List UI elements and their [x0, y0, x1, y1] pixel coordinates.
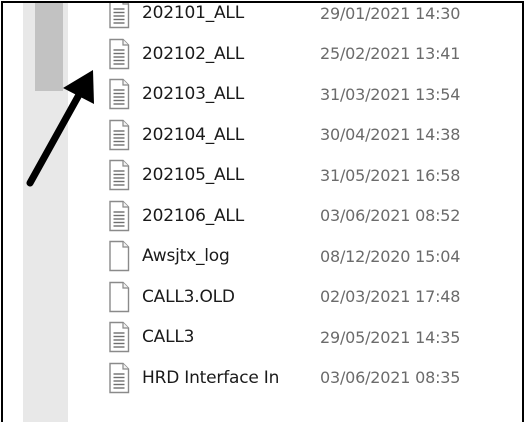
file-date-modified: 25/02/2021 13:41: [320, 44, 461, 64]
file-date-modified: 30/04/2021 14:38: [320, 125, 461, 145]
file-row[interactable]: 202103_ALL 31/03/2021 13:54: [107, 74, 522, 115]
file-name: HRD Interface In: [142, 367, 280, 388]
file-date-modified: 31/05/2021 16:58: [320, 165, 461, 185]
file-date-modified: 08/12/2020 15:04: [320, 246, 461, 266]
file-row[interactable]: 202105_ALL 31/05/2021 16:58: [107, 155, 522, 196]
scrollbar-thumb[interactable]: [35, 3, 63, 91]
navigation-pane-edge: [3, 3, 23, 422]
file-row[interactable]: Awsjtx_log 08/12/2020 15:04: [107, 236, 522, 277]
text-file-icon: [107, 362, 131, 394]
file-row[interactable]: 202101_ALL 29/01/2021 14:30: [107, 3, 522, 34]
text-file-icon: [107, 200, 131, 232]
text-file-icon: [107, 119, 131, 151]
blank-file-icon: [107, 281, 131, 313]
file-explorer-window: 202101_ALL 29/01/2021 14:30 202102_ALL 25/0…: [1, 1, 524, 422]
file-date-modified: 02/03/2021 17:48: [320, 287, 461, 307]
text-file-icon: [107, 3, 131, 29]
file-name: 202102_ALL: [142, 43, 244, 64]
file-name: 202106_ALL: [142, 205, 244, 226]
file-name: 202105_ALL: [142, 165, 244, 186]
file-row[interactable]: 202104_ALL 30/04/2021 14:38: [107, 115, 522, 156]
file-row[interactable]: 202106_ALL 03/06/2021 08:52: [107, 196, 522, 237]
scrollbar-track[interactable]: [23, 3, 68, 422]
file-name: 202104_ALL: [142, 124, 244, 145]
file-name: 202103_ALL: [142, 84, 244, 105]
file-list: 202101_ALL 29/01/2021 14:30 202102_ALL 25/0…: [107, 3, 522, 399]
file-row[interactable]: HRD Interface In 03/06/2021 08:35: [107, 358, 522, 399]
file-name: CALL3: [142, 327, 195, 348]
text-file-icon: [107, 38, 131, 70]
file-name: Awsjtx_log: [142, 246, 230, 267]
file-name: 202101_ALL: [142, 3, 244, 24]
file-name: CALL3.OLD: [142, 286, 235, 307]
file-date-modified: 29/05/2021 14:35: [320, 327, 461, 347]
text-file-icon: [107, 321, 131, 353]
blank-file-icon: [107, 240, 131, 272]
text-file-icon: [107, 78, 131, 110]
file-date-modified: 29/01/2021 14:30: [320, 3, 461, 23]
text-file-icon: [107, 159, 131, 191]
file-date-modified: 03/06/2021 08:35: [320, 368, 461, 388]
file-row[interactable]: 202102_ALL 25/02/2021 13:41: [107, 34, 522, 75]
file-date-modified: 31/03/2021 13:54: [320, 84, 461, 104]
file-row[interactable]: CALL3 29/05/2021 14:35: [107, 317, 522, 358]
file-row[interactable]: CALL3.OLD 02/03/2021 17:48: [107, 277, 522, 318]
file-date-modified: 03/06/2021 08:52: [320, 206, 461, 226]
